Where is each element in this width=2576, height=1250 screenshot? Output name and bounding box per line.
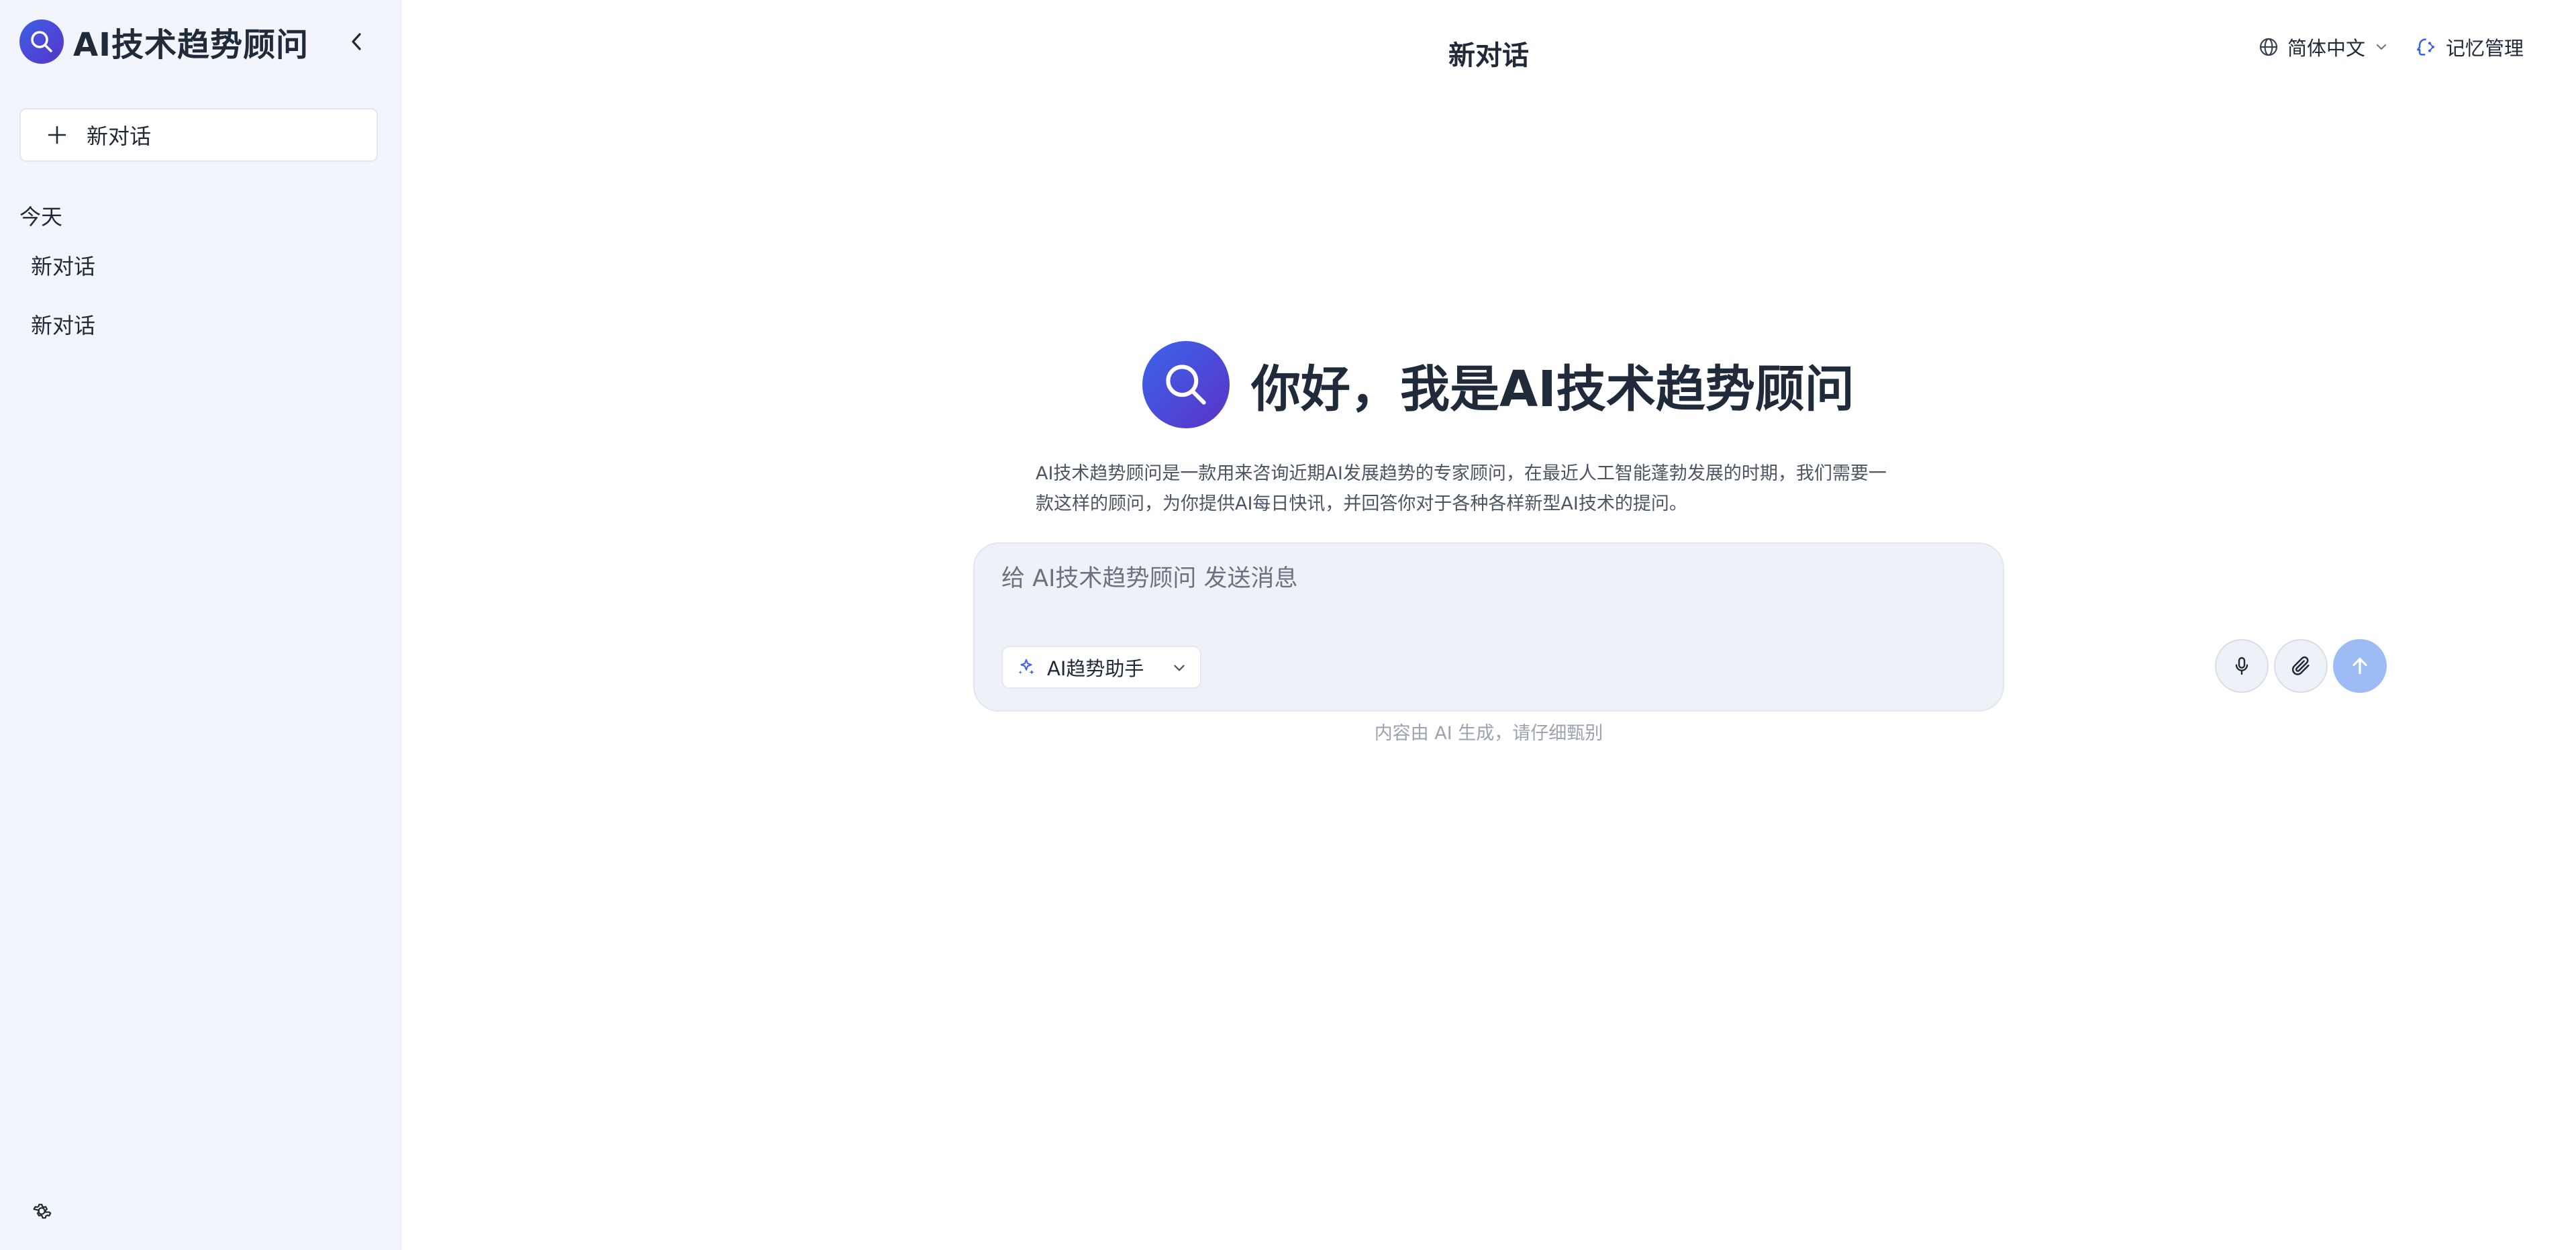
- plus-icon: [45, 123, 69, 147]
- settings-button[interactable]: [28, 1198, 55, 1224]
- paperclip-icon: [2291, 656, 2310, 675]
- welcome-description: AI技术趋势顾问是一款用来咨询近期AI发展趋势的专家顾问，在最近人工智能蓬勃发展…: [1036, 459, 1942, 519]
- language-switcher[interactable]: 简体中文: [2258, 33, 2388, 61]
- globe-icon: [2259, 38, 2278, 56]
- ai-disclaimer: 内容由 AI 生成，请仔细甄别: [1374, 723, 1603, 744]
- history-item[interactable]: 新对话: [19, 242, 378, 289]
- mic-icon: [2235, 657, 2248, 675]
- app-title: AI技术趋势顾问: [73, 26, 309, 64]
- welcome-description-line: AI技术趋势顾问是一款用来咨询近期AI发展趋势的专家顾问，在最近人工智能蓬勃发展…: [1036, 463, 1887, 484]
- app-window: AI技术趋势顾问 新对话 今天 新对话 新对话 新对话 简体中文 记忆管理 你好…: [0, 0, 2576, 1250]
- page-title: 新对话: [1448, 40, 1529, 71]
- arrow-up-icon: [2352, 657, 2367, 675]
- welcome-title: 你好，我是AI技术趋势顾问: [1251, 360, 1854, 418]
- collapse-sidebar-button[interactable]: [340, 24, 375, 59]
- main-panel: 新对话 简体中文 记忆管理 你好，我是AI技术趋势顾问 AI技术趋势顾问是一款用…: [401, 0, 2576, 1250]
- voice-input-button[interactable]: [2215, 639, 2269, 693]
- message-input[interactable]: [1001, 560, 1941, 597]
- chevron-left-icon: [352, 33, 361, 50]
- new-chat-label: 新对话: [87, 124, 152, 149]
- send-button[interactable]: [2333, 639, 2387, 693]
- app-logo: [19, 19, 64, 64]
- memory-icon: [2416, 38, 2434, 56]
- chevron-down-icon: [2376, 44, 2386, 50]
- agent-selector[interactable]: AI趋势助手: [1001, 646, 1201, 689]
- brand: AI技术趋势顾问: [19, 19, 309, 64]
- history-section-today: 今天: [19, 204, 63, 230]
- message-composer: AI趋势助手: [973, 542, 2004, 712]
- welcome-hero: 你好，我是AI技术趋势顾问: [1142, 341, 1854, 428]
- gear-icon: [33, 1204, 52, 1219]
- language-label: 简体中文: [2287, 37, 2365, 60]
- sparkle-icon: [1015, 656, 1038, 679]
- agent-selector-label: AI趋势助手: [1047, 657, 1144, 680]
- history-item[interactable]: 新对话: [19, 301, 378, 348]
- top-actions: 简体中文 记忆管理: [2258, 32, 2524, 62]
- chevron-down-icon: [1174, 665, 1185, 671]
- search-icon: [31, 31, 52, 52]
- search-icon: [1166, 365, 1206, 405]
- attach-file-button[interactable]: [2274, 639, 2328, 693]
- memory-label: 记忆管理: [2445, 37, 2524, 60]
- hero-logo: [1142, 341, 1230, 428]
- sidebar: AI技术趋势顾问 新对话 今天 新对话 新对话: [0, 0, 401, 1250]
- new-chat-button[interactable]: 新对话: [19, 108, 378, 162]
- memory-management-button[interactable]: 记忆管理: [2415, 33, 2524, 61]
- welcome-description-line: 款这样的顾问，为你提供AI每日快讯，并回答你对于各种各样新型AI技术的提问。: [1036, 493, 1687, 514]
